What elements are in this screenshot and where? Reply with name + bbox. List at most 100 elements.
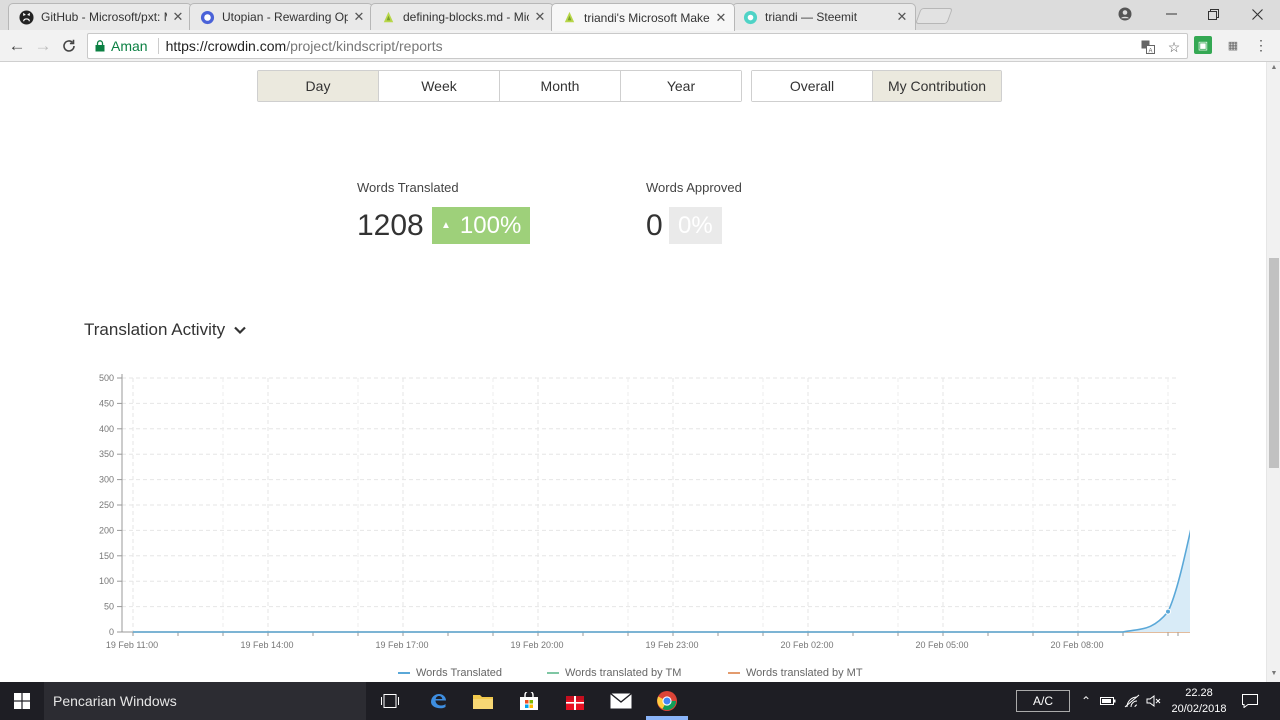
browser-menu-icon[interactable]: ⋮ (1252, 36, 1270, 54)
search-text: Pencarian Windows (53, 693, 177, 709)
crowdin-icon (383, 11, 394, 22)
browser-tab-strip: GitHub - Microsoft/pxt: M ✕ Utopian - Re… (0, 0, 1280, 31)
svg-text:A: A (1148, 48, 1152, 54)
scrollbar-thumb[interactable] (1269, 258, 1279, 468)
close-window-button[interactable] (1236, 0, 1278, 28)
words-translated-label: Words Translated (357, 180, 459, 195)
windows-search-box[interactable]: Pencarian Windows (44, 682, 366, 720)
scope-overall-button[interactable]: Overall (752, 71, 873, 101)
y-tick-label: 0 (109, 627, 114, 637)
chrome-icon[interactable] (654, 688, 680, 714)
taskbar-clock[interactable]: 22.28 20/02/2018 (1164, 685, 1234, 717)
tab-title: GitHub - Microsoft/pxt: M (41, 10, 167, 24)
legend-swatch (728, 672, 740, 674)
words-approved-value: 0 (646, 209, 663, 242)
y-tick-label: 50 (104, 602, 114, 612)
lock-icon (95, 40, 105, 52)
legend-item-words-by-tm[interactable]: Words translated by TM (547, 667, 681, 679)
x-tick-label: 19 Feb 14:00 (240, 640, 293, 650)
address-bar[interactable]: Aman https://crowdin.com/project/kindscr… (87, 33, 1188, 59)
ac-input-indicator[interactable]: A/C (1016, 690, 1070, 712)
wifi-icon[interactable] (1122, 682, 1142, 720)
crowdin-icon (564, 11, 575, 23)
ac-label: A/C (1032, 694, 1053, 708)
close-icon[interactable]: ✕ (533, 9, 547, 25)
browser-tab-utopian[interactable]: Utopian - Rewarding Op ✕ (189, 3, 373, 30)
new-tab-button[interactable] (915, 8, 953, 24)
x-tick-label: 20 Feb 08:00 (1050, 640, 1103, 650)
browser-tab-defining-blocks[interactable]: defining-blocks.md - Mic ✕ (370, 3, 554, 30)
browser-toolbar: ← → Aman https://crowdin.com/project/kin… (0, 30, 1280, 62)
start-button[interactable] (0, 682, 44, 720)
forward-button[interactable]: → (31, 34, 55, 58)
x-tick-label: 20 Feb 02:00 (780, 640, 833, 650)
period-day-button[interactable]: Day (258, 71, 379, 101)
translate-icon[interactable]: A (1138, 38, 1158, 56)
steemit-icon (743, 10, 758, 24)
scroll-down-icon[interactable]: ▼ (1267, 668, 1280, 680)
page-scrollbar[interactable]: ▲ ▼ (1266, 62, 1280, 682)
data-point (1165, 608, 1171, 615)
back-button[interactable]: ← (5, 34, 29, 58)
close-icon[interactable]: ✕ (352, 9, 366, 25)
url-path: /project/kindscript/reports (286, 38, 443, 54)
restore-window-button[interactable] (1192, 0, 1234, 28)
close-icon[interactable]: ✕ (895, 9, 909, 25)
gift-app-icon[interactable] (562, 688, 588, 714)
x-tick-label: 19 Feb 11:00 (106, 640, 158, 650)
legend-item-words-by-mt[interactable]: Words translated by MT (728, 667, 863, 679)
period-week-button[interactable]: Week (379, 71, 500, 101)
scope-selector: Overall My Contribution (751, 70, 1002, 102)
utopian-icon (200, 10, 215, 24)
browser-tab-github[interactable]: GitHub - Microsoft/pxt: M ✕ (8, 3, 192, 30)
legend-swatch (547, 672, 559, 674)
bookmark-star-icon[interactable]: ☆ (1164, 38, 1184, 56)
x-tick-label: 19 Feb 23:00 (645, 640, 698, 650)
minimize-window-button[interactable] (1150, 0, 1192, 28)
words-translated-change: 100% (459, 211, 522, 239)
triangle-up-icon: ▲ (441, 220, 451, 231)
secure-label: Aman (111, 38, 148, 54)
volume-muted-icon[interactable] (1144, 682, 1164, 720)
series-area (133, 533, 1190, 632)
clock-time: 22.28 (1185, 687, 1213, 699)
chevron-up-icon[interactable]: ⌃ (1076, 682, 1096, 720)
legend-label: Words translated by TM (565, 667, 682, 679)
scroll-up-icon[interactable]: ▲ (1267, 62, 1280, 74)
close-icon[interactable]: ✕ (714, 10, 728, 26)
close-icon[interactable]: ✕ (171, 9, 185, 25)
scope-my-contribution-button[interactable]: My Contribution (873, 71, 1001, 101)
store-icon[interactable] (516, 688, 542, 714)
period-month-button[interactable]: Month (500, 71, 621, 101)
browser-tab-steemit[interactable]: triandi — Steemit ✕ (732, 3, 916, 30)
period-year-button[interactable]: Year (621, 71, 741, 101)
extension-icon[interactable]: ▣ (1194, 36, 1212, 54)
reload-button[interactable] (57, 34, 81, 58)
battery-icon[interactable] (1098, 682, 1118, 720)
period-selector: Day Week Month Year (257, 70, 742, 102)
chevron-down-icon (234, 326, 246, 335)
mail-icon[interactable] (608, 688, 634, 714)
edge-browser-icon[interactable] (425, 688, 451, 714)
legend-label: Words translated by MT (746, 667, 863, 679)
translation-activity-dropdown[interactable]: Translation Activity (84, 320, 247, 340)
reload-icon (63, 39, 75, 52)
section-title: Translation Activity (84, 320, 226, 339)
series-line (133, 529, 1190, 633)
extension-grid-icon[interactable]: ▦ (1224, 36, 1242, 54)
notifications-icon[interactable] (1240, 682, 1260, 720)
clock-date: 20/02/2018 (1171, 703, 1227, 715)
y-tick-label: 450 (99, 398, 114, 408)
tab-title: triandi — Steemit (765, 10, 858, 24)
active-app-indicator (646, 716, 688, 720)
y-tick-label: 400 (99, 424, 114, 434)
report-page: Day Week Month Year Overall My Contribut… (0, 62, 1266, 682)
task-view-icon[interactable] (377, 688, 403, 714)
profile-icon[interactable] (1104, 0, 1146, 28)
y-tick-label: 250 (99, 500, 114, 510)
y-tick-label: 350 (99, 449, 114, 459)
file-explorer-icon[interactable] (470, 688, 496, 714)
legend-item-words-translated[interactable]: Words Translated (398, 667, 502, 679)
y-tick-label: 500 (99, 373, 114, 383)
browser-tab-active[interactable]: triandi's Microsoft Make ✕ (551, 3, 735, 31)
